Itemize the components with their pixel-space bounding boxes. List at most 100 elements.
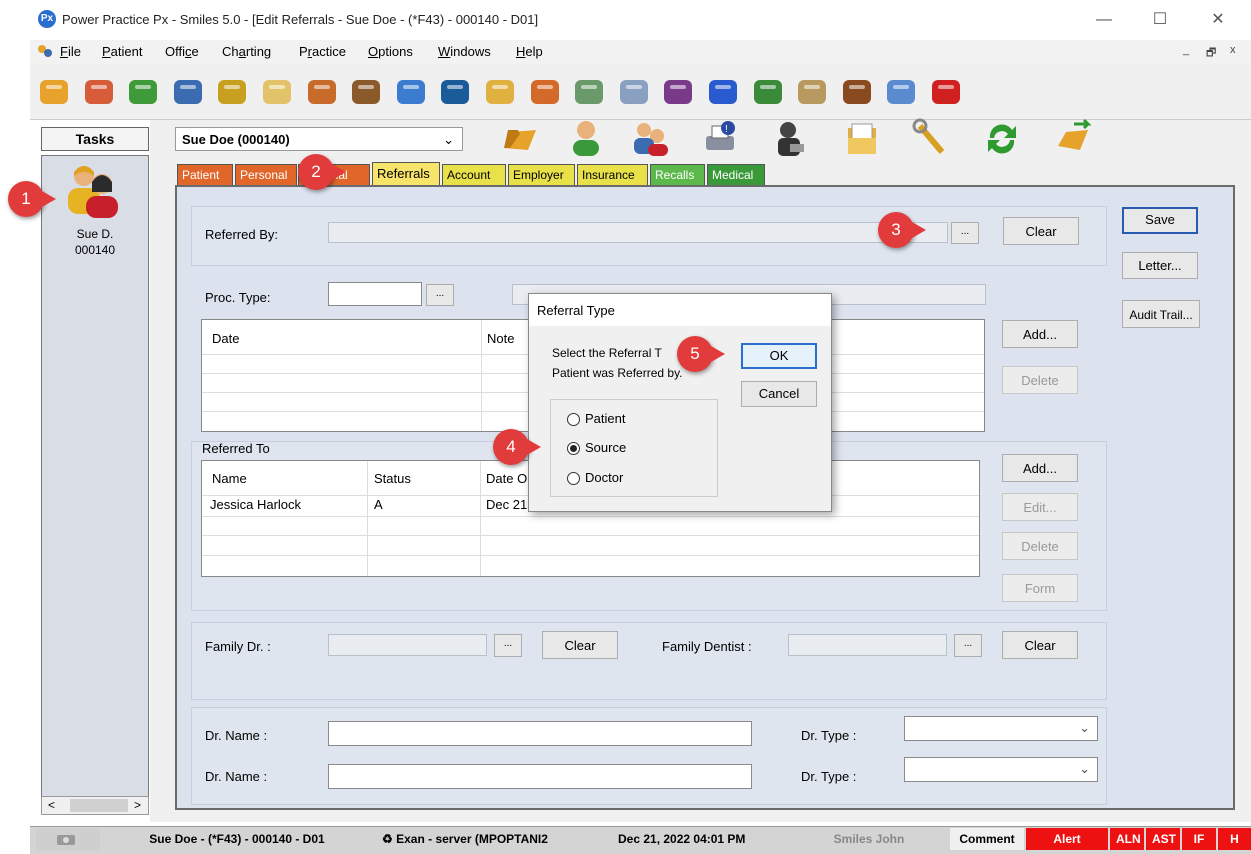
chart-grid-icon[interactable] — [304, 74, 340, 110]
status-camera-icon[interactable] — [36, 828, 100, 850]
referred-to-col-date[interactable]: Date O — [486, 471, 527, 486]
imaging-icon[interactable] — [437, 74, 473, 110]
notes-col-note[interactable]: Note — [487, 331, 514, 346]
mdi-restore-icon[interactable]: 🗗 — [1206, 44, 1216, 63]
tab-referrals[interactable]: Referrals — [372, 162, 440, 186]
info-icon[interactable] — [705, 74, 741, 110]
book-icon[interactable] — [170, 74, 206, 110]
proc-type-input[interactable] — [328, 282, 422, 306]
referred-to-delete-button[interactable]: Delete — [1002, 532, 1078, 560]
football-icon[interactable] — [839, 74, 875, 110]
folders-icon[interactable] — [482, 74, 518, 110]
billing-icon[interactable] — [125, 74, 161, 110]
menu-item-practice[interactable]: Practice — [299, 44, 346, 59]
maximize-icon[interactable]: ☐ — [1148, 8, 1172, 32]
tab-patient[interactable]: Patient — [177, 164, 233, 185]
referred-by-clear-button[interactable]: Clear — [1003, 217, 1079, 245]
patients-icon[interactable] — [81, 74, 117, 110]
notes-col-date[interactable]: Date — [212, 331, 239, 346]
referred-to-cell-status[interactable]: A — [374, 497, 383, 512]
menu-item-patient[interactable]: Patient — [102, 44, 142, 59]
patient-avatar-icon[interactable] — [62, 162, 122, 220]
minimize-icon[interactable]: — — [1092, 8, 1116, 32]
documents-icon[interactable] — [842, 118, 882, 158]
menu-item-file[interactable]: File — [60, 44, 81, 59]
radio-patient-button[interactable] — [567, 413, 580, 426]
radio-source-label[interactable]: Source — [585, 440, 626, 455]
dr-name-input-2[interactable] — [328, 764, 752, 789]
family-dentist-clear-button[interactable]: Clear — [1002, 631, 1078, 659]
family-dr-field[interactable] — [328, 634, 487, 656]
tab-employer[interactable]: Employer — [508, 164, 575, 185]
status-flag-ast[interactable]: AST — [1146, 828, 1180, 850]
edi-icon[interactable] — [660, 74, 696, 110]
calculator-icon[interactable] — [616, 74, 652, 110]
save-button[interactable]: Save — [1122, 207, 1198, 234]
radio-source-button[interactable] — [567, 442, 580, 455]
dialog-ok-button[interactable]: OK — [741, 343, 817, 369]
menu-item-windows[interactable]: Windows — [438, 44, 491, 59]
dr-name-input-1[interactable] — [328, 721, 752, 746]
menu-item-office[interactable]: Office — [165, 44, 199, 59]
print-icon[interactable]: ! — [700, 118, 740, 158]
referred-to-form-button[interactable]: Form — [1002, 574, 1078, 602]
notes-delete-button[interactable]: Delete — [1002, 366, 1078, 394]
referred-by-browse-button[interactable]: ... — [951, 222, 979, 244]
radio-doctor-label[interactable]: Doctor — [585, 470, 623, 485]
tools-icon[interactable] — [910, 118, 950, 158]
exit-icon[interactable] — [928, 74, 964, 110]
patient-icon[interactable] — [566, 118, 606, 158]
dialog-cancel-button[interactable]: Cancel — [741, 381, 817, 407]
radio-patient-label[interactable]: Patient — [585, 411, 625, 426]
close-icon[interactable]: ✕ — [1206, 8, 1230, 32]
notes-icon[interactable] — [794, 74, 830, 110]
referred-to-add-button[interactable]: Add... — [1002, 454, 1078, 482]
referred-to-edit-button[interactable]: Edit... — [1002, 493, 1078, 521]
status-flag-if[interactable]: IF — [1182, 828, 1216, 850]
mdi-close-icon[interactable]: x — [1230, 44, 1236, 56]
status-flag-aln[interactable]: ALN — [1110, 828, 1144, 850]
mdi-minimize-icon[interactable]: _ — [1183, 44, 1189, 56]
doctor-icon[interactable] — [770, 118, 810, 158]
tab-recalls[interactable]: Recalls — [650, 164, 705, 185]
family-dr-clear-button[interactable]: Clear — [542, 631, 618, 659]
referred-to-cell-name[interactable]: Jessica Harlock — [210, 497, 301, 512]
transfer-folder-icon[interactable] — [1054, 118, 1094, 158]
proc-type-browse-button[interactable]: ... — [426, 284, 454, 306]
task-patient-label[interactable]: Sue D. 000140 — [41, 226, 149, 258]
family-icon[interactable] — [630, 118, 670, 158]
family-dentist-browse-button[interactable]: ... — [954, 634, 982, 657]
open-folder-icon[interactable] — [500, 118, 540, 158]
dr-type-select-1[interactable]: ⌄ — [904, 716, 1098, 741]
status-flag-h[interactable]: H — [1218, 828, 1251, 850]
dr-type-select-2[interactable]: ⌄ — [904, 757, 1098, 782]
edit-icon[interactable] — [214, 74, 250, 110]
radio-doctor-button[interactable] — [567, 472, 580, 485]
family-dr-browse-button[interactable]: ... — [494, 634, 522, 657]
tab-account[interactable]: Account — [442, 164, 506, 185]
notes-add-button[interactable]: Add... — [1002, 320, 1078, 348]
status-comment[interactable]: Comment — [950, 828, 1024, 850]
scroll-right-icon[interactable]: > — [134, 798, 141, 812]
app-menu-icon[interactable] — [36, 44, 54, 60]
audit-trail-button[interactable]: Audit Trail... — [1122, 300, 1200, 328]
referred-to-cell-date[interactable]: Dec 21 — [486, 497, 527, 512]
tab-medical[interactable]: Medical — [707, 164, 765, 185]
reminder-icon[interactable] — [750, 74, 786, 110]
scroll-left-icon[interactable]: < — [48, 798, 55, 812]
menu-item-options[interactable]: Options — [368, 44, 413, 59]
refresh-icon[interactable] — [982, 118, 1022, 158]
referred-to-col-status[interactable]: Status — [374, 471, 411, 486]
menu-item-help[interactable]: Help — [516, 44, 543, 59]
report-icon[interactable] — [571, 74, 607, 110]
open-folder-icon[interactable] — [36, 74, 72, 110]
status-alert[interactable]: Alert — [1026, 828, 1108, 850]
chat-icon[interactable] — [883, 74, 919, 110]
patient-select[interactable]: Sue Doe (000140) ⌄ — [175, 127, 463, 151]
menu-item-charting[interactable]: Charting — [222, 44, 271, 59]
tab-insurance[interactable]: Insurance — [577, 164, 648, 185]
gifts-icon[interactable] — [527, 74, 563, 110]
document-icon[interactable] — [259, 74, 295, 110]
family-dentist-field[interactable] — [788, 634, 947, 656]
tab-personal[interactable]: Personal — [235, 164, 297, 185]
